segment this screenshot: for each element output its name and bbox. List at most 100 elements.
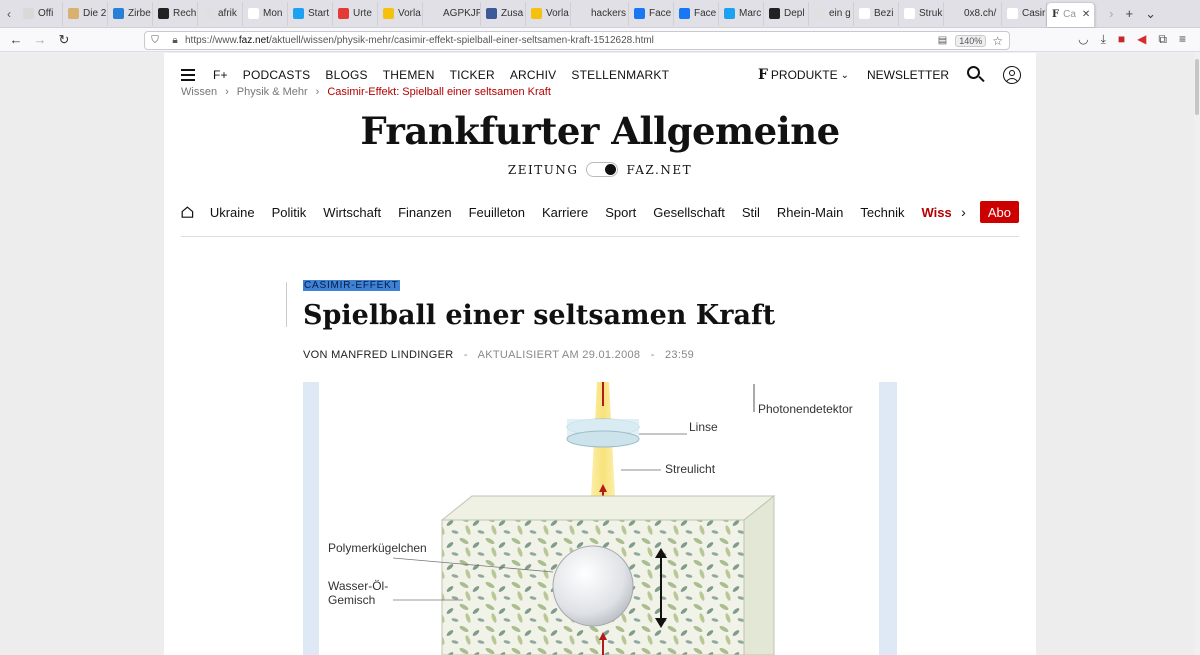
tab-favicon-icon (486, 8, 497, 19)
back-icon[interactable]: ← (4, 32, 28, 47)
section-ukraine[interactable]: Ukraine (210, 205, 255, 220)
hamburger-menu-icon[interactable] (181, 69, 195, 81)
reload-icon[interactable]: ↻ (52, 32, 76, 48)
article-time: 23:59 (665, 349, 695, 361)
browser-tab[interactable]: Face (674, 1, 719, 26)
browser-tab[interactable]: Die 2 (63, 1, 108, 26)
browser-tab[interactable]: Depl (764, 1, 809, 26)
browser-tab[interactable]: Urte (333, 1, 378, 26)
tab-label: Offi (38, 8, 54, 19)
shield-icon[interactable]: ⛉ (145, 35, 165, 46)
browser-tab[interactable]: Vorla (526, 1, 571, 26)
search-icon[interactable] (967, 66, 985, 84)
topnav-themen[interactable]: THEMEN (383, 68, 435, 82)
browser-tab[interactable]: Start (288, 1, 333, 26)
section-karriere[interactable]: Karriere (542, 205, 588, 220)
reader-view-icon[interactable]: ▤ (938, 35, 947, 46)
tab-label: hackers (591, 8, 627, 19)
download-icon[interactable]: ⤓ (1101, 32, 1106, 47)
new-tab-icon[interactable]: + (1126, 6, 1134, 21)
browser-tab[interactable]: hackers (571, 1, 629, 26)
tab-scroll-left-icon[interactable]: ‹ (0, 7, 18, 21)
browser-tab[interactable]: afrik (198, 1, 243, 26)
breadcrumb-physik[interactable]: Physik & Mehr (237, 86, 308, 98)
produkte-menu[interactable]: F PRODUKTE ⌄ (758, 67, 849, 83)
edition-zeitung-label[interactable]: ZEITUNG (508, 163, 579, 177)
pocket-icon[interactable]: ◡ (1078, 32, 1088, 47)
article-illustration[interactable]: Photonendetektor Linse Streulicht Polyme… (303, 382, 897, 655)
top-navigation: F+ PODCASTS BLOGS THEMEN TICKER ARCHIV S… (181, 65, 1021, 85)
scrollbar-thumb[interactable] (1195, 59, 1199, 115)
browser-tab[interactable]: ein g (809, 1, 854, 26)
newsletter-link[interactable]: NEWSLETTER (867, 68, 949, 82)
url-text[interactable]: https://www.faz.net/aktuell/wissen/physi… (185, 35, 938, 46)
tab-label: Mon (263, 8, 283, 19)
chevron-right-icon[interactable]: › (961, 204, 966, 220)
faz-logo[interactable]: Frankfurter Allgemeine (164, 109, 1036, 153)
section-technik[interactable]: Technik (860, 205, 904, 220)
tab-active[interactable]: F Ca ✕ (1047, 2, 1095, 27)
article-kicker[interactable]: CASIMIR-EFFEKT (303, 280, 400, 291)
breadcrumb-current: Casimir-Effekt: Spielball einer seltsame… (327, 86, 551, 98)
section-finanzen[interactable]: Finanzen (398, 205, 451, 220)
topnav-stellenmarkt[interactable]: STELLENMARKT (571, 68, 669, 82)
breadcrumb-wissen[interactable]: Wissen (181, 86, 217, 98)
section-rhein-main[interactable]: Rhein-Main (777, 205, 843, 220)
close-tab-icon[interactable]: ✕ (1082, 9, 1090, 20)
megaphone-icon[interactable]: ◀ (1137, 32, 1146, 47)
abo-button[interactable]: Abo (979, 201, 1019, 223)
topnav-blogs[interactable]: BLOGS (325, 68, 367, 82)
browser-tab[interactable]: AGPKJP (423, 1, 481, 26)
tab-favicon-icon (383, 8, 394, 19)
browser-tab[interactable]: Zirbe (108, 1, 153, 26)
tab-favicon-icon (814, 8, 825, 19)
section-wirtschaft[interactable]: Wirtschaft (323, 205, 381, 220)
tab-favicon-icon (859, 8, 870, 19)
edition-switch: ZEITUNG FAZ.NET (164, 162, 1036, 177)
tab-scroll-right-icon[interactable]: › (1109, 6, 1113, 21)
article-author[interactable]: VON MANFRED LINDINGER (303, 349, 454, 361)
browser-tab[interactable]: Face (629, 1, 674, 26)
section-gesellschaft[interactable]: Gesellschaft (653, 205, 725, 220)
section-stil[interactable]: Stil (742, 205, 760, 220)
user-account-icon[interactable] (1003, 66, 1021, 84)
home-icon[interactable] (181, 204, 194, 220)
tab-favicon-icon (248, 8, 259, 19)
browser-tab[interactable]: Offi (18, 1, 63, 26)
tab-label: Struk (919, 8, 943, 19)
topnav-fplus[interactable]: F+ (213, 68, 228, 82)
bookmark-star-icon[interactable]: ☆ (992, 34, 1003, 48)
list-tabs-icon[interactable]: ⌄ (1145, 6, 1156, 22)
forward-icon[interactable]: → (28, 32, 52, 47)
browser-tab[interactable]: Rech (153, 1, 198, 26)
browser-tab[interactable]: Bezi (854, 1, 899, 26)
browser-tab[interactable]: Casir (1002, 1, 1047, 26)
chevron-down-icon: ⌄ (840, 69, 849, 81)
polymer-sphere (552, 545, 634, 627)
extension-icon[interactable]: ■ (1118, 32, 1125, 47)
edition-toggle[interactable] (586, 162, 619, 177)
section-politik[interactable]: Politik (272, 205, 307, 220)
browser-tab[interactable]: 0x8.ch/ (944, 1, 1002, 26)
label-lens: Linse (689, 420, 718, 434)
topnav-podcasts[interactable]: PODCASTS (243, 68, 311, 82)
browser-tab[interactable]: Struk (899, 1, 944, 26)
edition-faznet-label[interactable]: FAZ.NET (626, 163, 692, 177)
article-byline: VON MANFRED LINDINGER - AKTUALISIERT AM … (303, 349, 694, 361)
zoom-level[interactable]: 140% (955, 34, 987, 47)
extensions-icon[interactable]: ⧉ (1158, 32, 1167, 47)
lock-icon[interactable]: 🔒︎ (165, 35, 185, 46)
tab-label: AGPKJP (443, 8, 481, 19)
browser-tab[interactable]: Vorla (378, 1, 423, 26)
browser-tab[interactable]: Marc (719, 1, 764, 26)
topnav-archiv[interactable]: ARCHIV (510, 68, 557, 82)
page-scrollbar[interactable] (1194, 53, 1200, 655)
section-wissen[interactable]: Wissen (921, 205, 951, 220)
section-sport[interactable]: Sport (605, 205, 636, 220)
section-feuilleton[interactable]: Feuilleton (469, 205, 525, 220)
url-bar[interactable]: ⛉ 🔒︎ https://www.faz.net/aktuell/wissen/… (144, 31, 1010, 50)
browser-tab[interactable]: Zusa (481, 1, 526, 26)
browser-tab[interactable]: Mon (243, 1, 288, 26)
menu-icon[interactable]: ≡ (1179, 32, 1186, 47)
topnav-ticker[interactable]: TICKER (450, 68, 495, 82)
